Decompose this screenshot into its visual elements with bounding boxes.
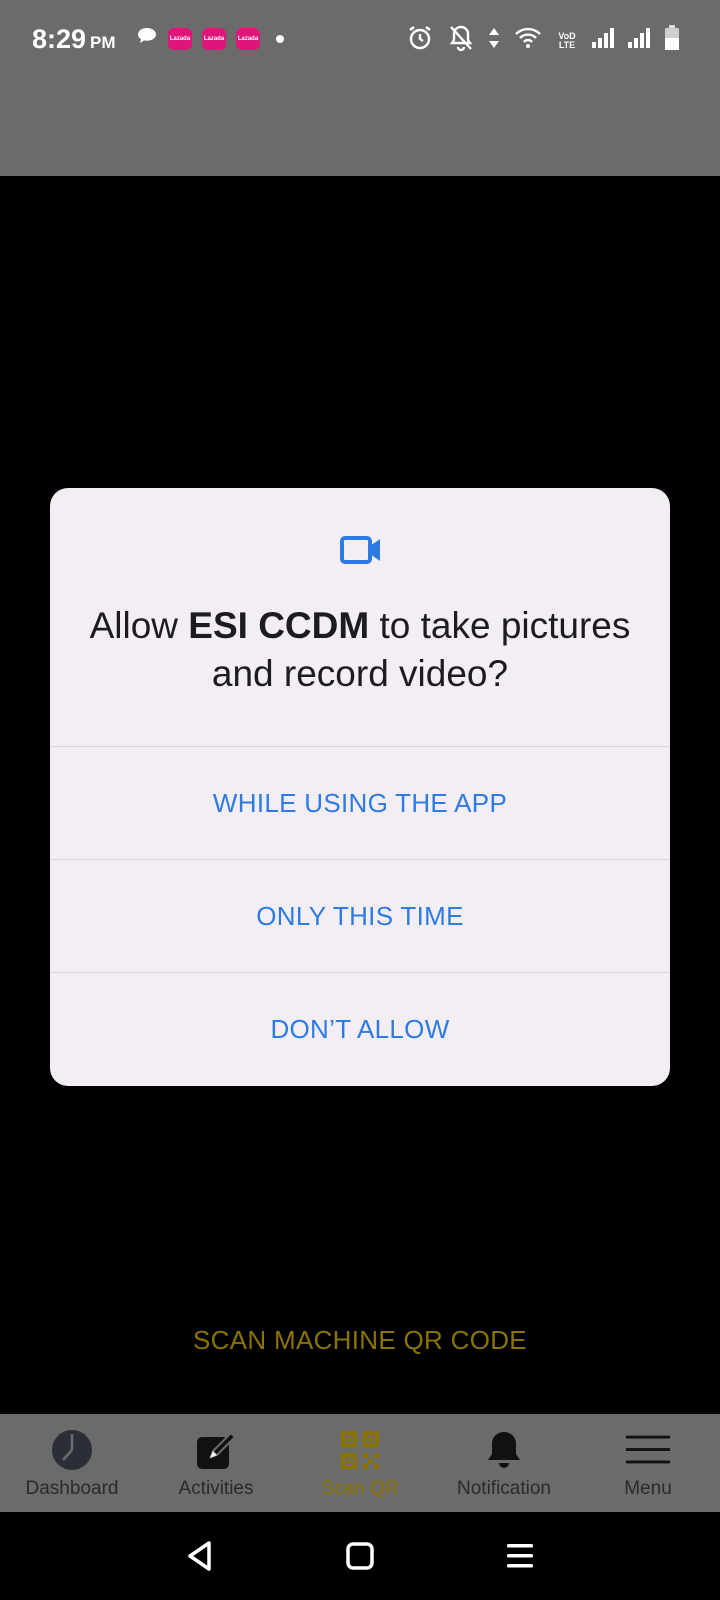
while-using-app-button[interactable]: WHILE USING THE APP <box>50 747 670 859</box>
permission-dialog: Allow ESI CCDM to take pictures and reco… <box>50 488 670 1086</box>
video-camera-icon <box>340 532 382 568</box>
dialog-title-prefix: Allow <box>89 605 189 646</box>
dialog-title: Allow ESI CCDM to take pictures and reco… <box>80 602 640 698</box>
dont-allow-button[interactable]: DON’T ALLOW <box>50 973 670 1085</box>
dialog-app-name: ESI CCDM <box>188 605 370 646</box>
only-this-time-button[interactable]: ONLY THIS TIME <box>50 860 670 972</box>
screen: 8:29 PM Lazada Lazada Lazada VoD LTE SCA… <box>0 0 720 1600</box>
